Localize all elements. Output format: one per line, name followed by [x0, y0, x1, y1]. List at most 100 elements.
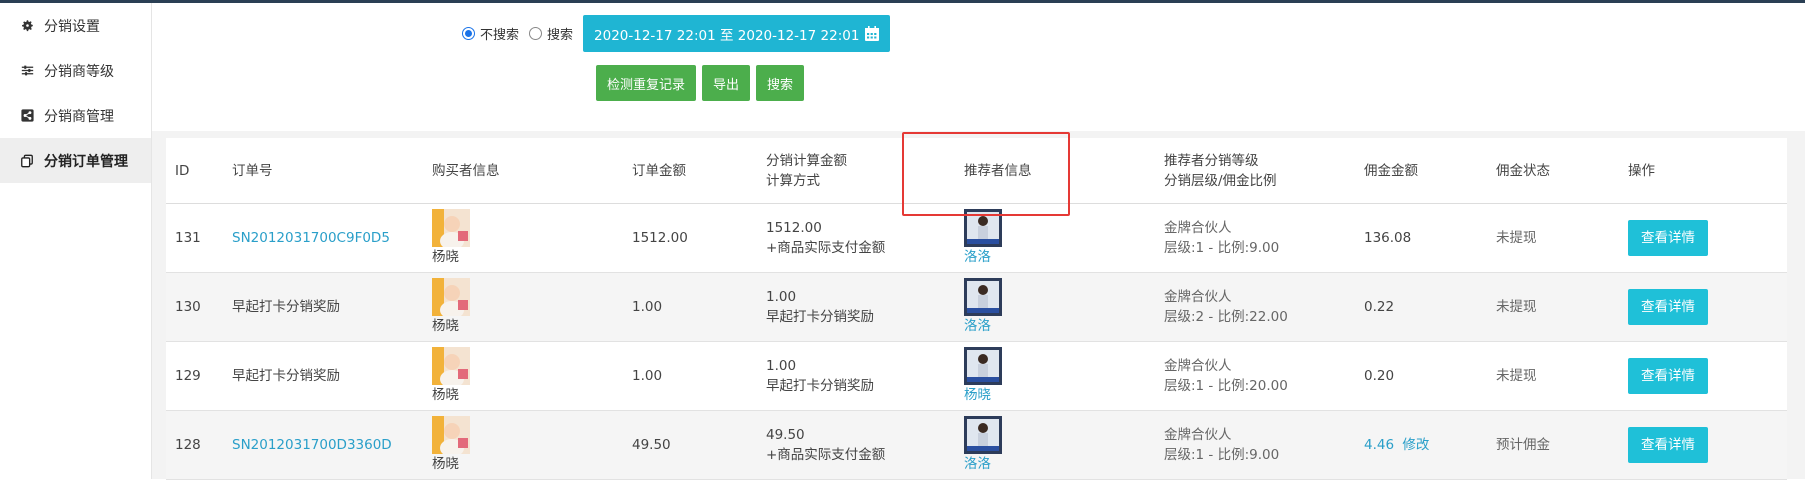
header-id: ID [166, 161, 232, 181]
cell-commission: 0.20 [1364, 366, 1496, 386]
view-details-button[interactable]: 查看详情 [1628, 427, 1708, 463]
cell-operation: 查看详情 [1628, 220, 1758, 256]
calc-method: 早起打卡分销奖励 [766, 307, 964, 327]
buyer-avatar [432, 347, 632, 385]
cell-calc: 1.00 早起打卡分销奖励 [766, 356, 964, 396]
view-details-button[interactable]: 查看详情 [1628, 289, 1708, 325]
main-content: 不搜索 搜索 2020-12-17 22:01 至 2020-12-17 22:… [152, 3, 1805, 479]
header-commission: 佣金金额 [1364, 161, 1496, 181]
view-details-button[interactable]: 查看详情 [1628, 220, 1708, 256]
referrer-name-link[interactable]: 杨晓 [964, 385, 1164, 405]
level-detail: 层级:1 - 比例:20.00 [1164, 376, 1364, 396]
calc-method: 早起打卡分销奖励 [766, 376, 964, 396]
cell-status: 未提现 [1496, 366, 1628, 386]
cell-referrer: 洛洛 [964, 278, 1164, 336]
sidebar-item-distributors[interactable]: 分销商管理 [0, 93, 151, 138]
calendar-icon [863, 25, 881, 43]
commission-value: 0.20 [1364, 368, 1394, 384]
cell-amount: 1512.00 [632, 228, 766, 248]
view-details-button[interactable]: 查看详情 [1628, 358, 1708, 394]
referrer-name-link[interactable]: 洛洛 [964, 454, 1164, 474]
sidebar-item-orders[interactable]: 分销订单管理 [0, 138, 151, 183]
order-number-link[interactable]: SN2012031700C9F0D5 [232, 228, 432, 248]
buyer-name: 杨晓 [432, 385, 632, 405]
referrer-name-link[interactable]: 洛洛 [964, 247, 1164, 267]
cell-id: 131 [166, 228, 232, 248]
order-number-link[interactable]: SN2012031700D3360D [232, 435, 432, 455]
check-duplicates-button[interactable]: 检测重复记录 [596, 65, 696, 101]
cell-buyer: 杨晓 [432, 347, 632, 405]
date-range-picker[interactable]: 2020-12-17 22:01 至 2020-12-17 22:01 [583, 15, 890, 52]
cell-id: 128 [166, 435, 232, 455]
edit-commission-link[interactable]: 修改 [1402, 437, 1429, 453]
referrer-name-link[interactable]: 洛洛 [964, 316, 1164, 336]
level-name: 金牌合伙人 [1164, 425, 1364, 445]
cell-level: 金牌合伙人 层级:1 - 比例:9.00 [1164, 218, 1364, 258]
buyer-avatar [432, 416, 632, 454]
sidebar-item-label: 分销设置 [44, 16, 100, 36]
cell-status: 预计佣金 [1496, 435, 1628, 455]
sliders-icon [20, 64, 34, 78]
search-row: 不搜索 搜索 2020-12-17 22:01 至 2020-12-17 22:… [462, 15, 890, 52]
calc-amount: 49.50 [766, 425, 964, 445]
share-icon [20, 109, 34, 123]
cell-level: 金牌合伙人 层级:2 - 比例:22.00 [1164, 287, 1364, 327]
table-row: 129 早起打卡分销奖励 杨晓 1.00 1.00 早起打卡分销奖励 杨晓 金牌… [166, 342, 1787, 411]
header-level-title: 推荐者分销等级 [1164, 151, 1364, 171]
calc-method: +商品实际支付金额 [766, 445, 964, 465]
header-level-detail: 分销层级/佣金比例 [1164, 171, 1364, 191]
calc-amount: 1512.00 [766, 218, 964, 238]
header-buyer: 购买者信息 [432, 161, 632, 181]
header-operation: 操作 [1628, 161, 1758, 181]
sidebar: 分销设置 分销商等级 分销商管理 分销订单管理 [0, 3, 152, 479]
cell-calc: 1.00 早起打卡分销奖励 [766, 287, 964, 327]
level-name: 金牌合伙人 [1164, 356, 1364, 376]
cell-amount: 49.50 [632, 435, 766, 455]
radio-dot-selected[interactable] [462, 27, 475, 40]
gear-icon [20, 19, 34, 33]
cell-level: 金牌合伙人 层级:1 - 比例:9.00 [1164, 425, 1364, 465]
radio-dot[interactable] [529, 27, 542, 40]
level-name: 金牌合伙人 [1164, 287, 1364, 307]
buyer-name: 杨晓 [432, 316, 632, 336]
sidebar-item-settings[interactable]: 分销设置 [0, 3, 151, 48]
cell-commission: 4.46 修改 [1364, 435, 1496, 455]
export-button[interactable]: 导出 [702, 65, 750, 101]
calc-amount: 1.00 [766, 356, 964, 376]
sidebar-item-levels[interactable]: 分销商等级 [0, 48, 151, 93]
level-detail: 层级:1 - 比例:9.00 [1164, 445, 1364, 465]
table-row: 130 早起打卡分销奖励 杨晓 1.00 1.00 早起打卡分销奖励 洛洛 金牌… [166, 273, 1787, 342]
radio-no-search-label: 不搜索 [480, 24, 519, 43]
level-name: 金牌合伙人 [1164, 218, 1364, 238]
cell-order: 早起打卡分销奖励 [232, 366, 432, 386]
cell-order: 早起打卡分销奖励 [232, 297, 432, 317]
search-button[interactable]: 搜索 [756, 65, 804, 101]
buyer-avatar [432, 209, 632, 247]
referrer-avatar [964, 347, 1164, 385]
commission-value: 136.08 [1364, 230, 1411, 246]
cell-referrer: 洛洛 [964, 209, 1164, 267]
cell-status: 未提现 [1496, 297, 1628, 317]
table-row: 128 SN2012031700D3360D 杨晓 49.50 49.50 +商… [166, 411, 1787, 480]
radio-search[interactable]: 搜索 [529, 24, 573, 43]
referrer-avatar [964, 416, 1164, 454]
action-buttons: 检测重复记录 导出 搜索 [596, 65, 810, 101]
header-level: 推荐者分销等级 分销层级/佣金比例 [1164, 151, 1364, 191]
radio-no-search[interactable]: 不搜索 [462, 24, 519, 43]
level-detail: 层级:1 - 比例:9.00 [1164, 238, 1364, 258]
cell-referrer: 洛洛 [964, 416, 1164, 474]
cell-amount: 1.00 [632, 366, 766, 386]
cell-calc: 1512.00 +商品实际支付金额 [766, 218, 964, 258]
cell-id: 129 [166, 366, 232, 386]
buyer-name: 杨晓 [432, 454, 632, 474]
cell-operation: 查看详情 [1628, 427, 1758, 463]
search-panel: 不搜索 搜索 2020-12-17 22:01 至 2020-12-17 22:… [152, 3, 1805, 131]
sidebar-item-label: 分销商等级 [44, 61, 114, 81]
calc-method: +商品实际支付金额 [766, 238, 964, 258]
buyer-avatar [432, 278, 632, 316]
cell-calc: 49.50 +商品实际支付金额 [766, 425, 964, 465]
buyer-name: 杨晓 [432, 247, 632, 267]
cell-operation: 查看详情 [1628, 289, 1758, 325]
cell-commission: 136.08 [1364, 228, 1496, 248]
calc-amount: 1.00 [766, 287, 964, 307]
